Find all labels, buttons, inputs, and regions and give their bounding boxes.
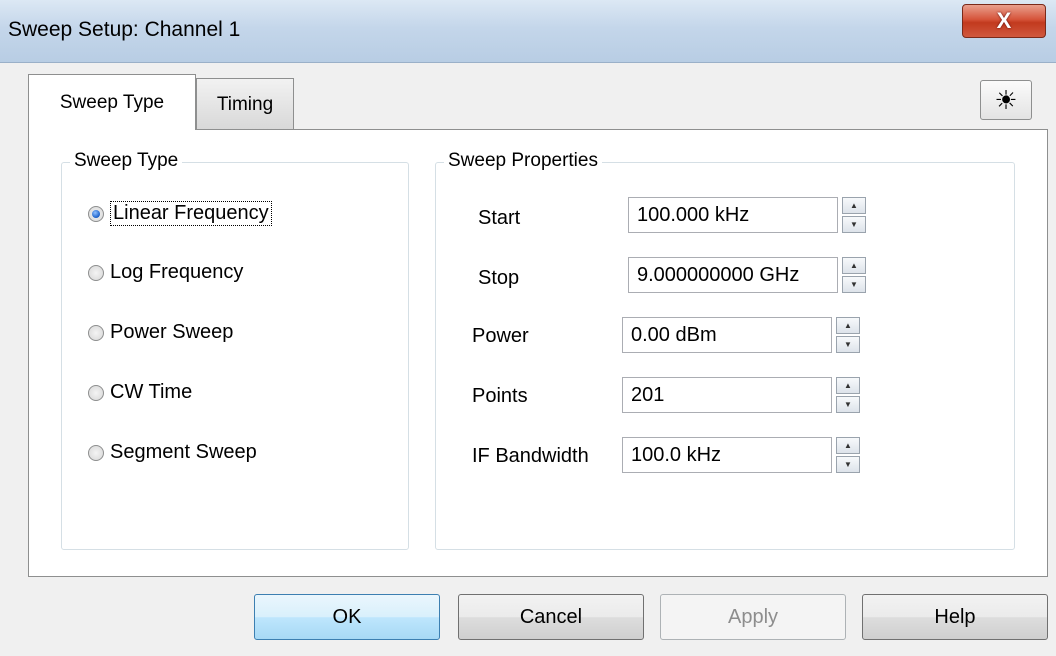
apply-button[interactable]: Apply — [660, 594, 846, 640]
close-icon: X — [996, 8, 1012, 33]
stop-field[interactable]: 9.000000000 GHz — [628, 257, 838, 293]
spin-down-icon[interactable]: ▼ — [836, 396, 860, 413]
window-title: Sweep Setup: Channel 1 — [8, 18, 241, 41]
close-button[interactable]: X — [962, 4, 1046, 38]
title-bar[interactable]: Sweep Setup: Channel 1 X — [0, 0, 1056, 63]
radio-segment-sweep[interactable]: Segment Sweep — [88, 441, 257, 464]
help-button[interactable]: Help — [862, 594, 1048, 640]
group-title: Sweep Properties — [444, 150, 602, 172]
start-field[interactable]: 100.000 kHz — [628, 197, 838, 233]
spin-buttons[interactable]: ▲ ▼ — [836, 317, 860, 353]
spin-down-icon[interactable]: ▼ — [842, 216, 866, 233]
if-bandwidth-field[interactable]: 100.0 kHz — [622, 437, 832, 473]
radio-label: Linear Frequency — [110, 201, 272, 226]
radio-label: Log Frequency — [110, 261, 244, 283]
spin-buttons[interactable]: ▲ ▼ — [842, 257, 866, 293]
if-bandwidth-stepper[interactable]: 100.0 kHz ▲ ▼ — [622, 437, 860, 473]
brightness-button[interactable]: ☀ — [980, 80, 1032, 120]
spin-down-icon[interactable]: ▼ — [836, 336, 860, 353]
tab-timing[interactable]: Timing — [196, 78, 294, 130]
sweep-setup-dialog: Sweep Setup: Channel 1 X Sweep Type Timi… — [0, 0, 1056, 656]
radio-label: CW Time — [110, 381, 193, 403]
group-title: Sweep Type — [70, 150, 183, 172]
ok-button[interactable]: OK — [254, 594, 440, 640]
start-stepper[interactable]: 100.000 kHz ▲ ▼ — [628, 197, 866, 233]
spin-up-icon[interactable]: ▲ — [842, 257, 866, 274]
spin-up-icon[interactable]: ▲ — [842, 197, 866, 214]
power-field[interactable]: 0.00 dBm — [622, 317, 832, 353]
cancel-button[interactable]: Cancel — [458, 594, 644, 640]
tab-label: Sweep Type — [59, 91, 165, 113]
points-field[interactable]: 201 — [622, 377, 832, 413]
stop-stepper[interactable]: 9.000000000 GHz ▲ ▼ — [628, 257, 866, 293]
spin-up-icon[interactable]: ▲ — [836, 437, 860, 454]
spin-buttons[interactable]: ▲ ▼ — [836, 377, 860, 413]
spin-up-icon[interactable]: ▲ — [836, 377, 860, 394]
radio-label: Power Sweep — [110, 321, 234, 343]
tab-sweep-type[interactable]: Sweep Type — [28, 74, 196, 130]
sweep-properties-group: Sweep Properties Start 100.000 kHz ▲ ▼ S… — [435, 150, 1015, 550]
spin-down-icon[interactable]: ▼ — [842, 276, 866, 293]
tab-label: Timing — [216, 93, 274, 115]
spin-buttons[interactable]: ▲ ▼ — [842, 197, 866, 233]
radio-icon[interactable] — [88, 324, 104, 341]
radio-power-sweep[interactable]: Power Sweep — [88, 321, 233, 344]
if-bandwidth-label: IF Bandwidth — [472, 445, 589, 467]
radio-linear-frequency[interactable]: Linear Frequency — [88, 201, 272, 226]
power-stepper[interactable]: 0.00 dBm ▲ ▼ — [622, 317, 860, 353]
button-label: OK — [332, 605, 362, 628]
power-label: Power — [472, 325, 529, 347]
tab-panel-sweep-type: Sweep Type Linear Frequency Log Frequenc… — [28, 129, 1048, 577]
stop-label: Stop — [478, 267, 520, 289]
button-label: Help — [934, 605, 976, 628]
radio-label: Segment Sweep — [110, 441, 257, 463]
spin-buttons[interactable]: ▲ ▼ — [836, 437, 860, 473]
radio-checked-icon[interactable] — [88, 205, 104, 222]
radio-icon[interactable] — [88, 384, 104, 401]
points-stepper[interactable]: 201 ▲ ▼ — [622, 377, 860, 413]
start-label: Start — [478, 207, 521, 229]
button-label: Apply — [727, 605, 779, 628]
radio-cw-time[interactable]: CW Time — [88, 381, 192, 404]
radio-icon[interactable] — [88, 444, 104, 461]
points-label: Points — [472, 385, 528, 407]
spin-up-icon[interactable]: ▲ — [836, 317, 860, 334]
button-label: Cancel — [519, 605, 583, 628]
sun-icon: ☀ — [994, 84, 1018, 115]
spin-down-icon[interactable]: ▼ — [836, 456, 860, 473]
radio-log-frequency[interactable]: Log Frequency — [88, 261, 243, 284]
sweep-type-group: Sweep Type Linear Frequency Log Frequenc… — [61, 150, 409, 550]
radio-icon[interactable] — [88, 264, 104, 281]
